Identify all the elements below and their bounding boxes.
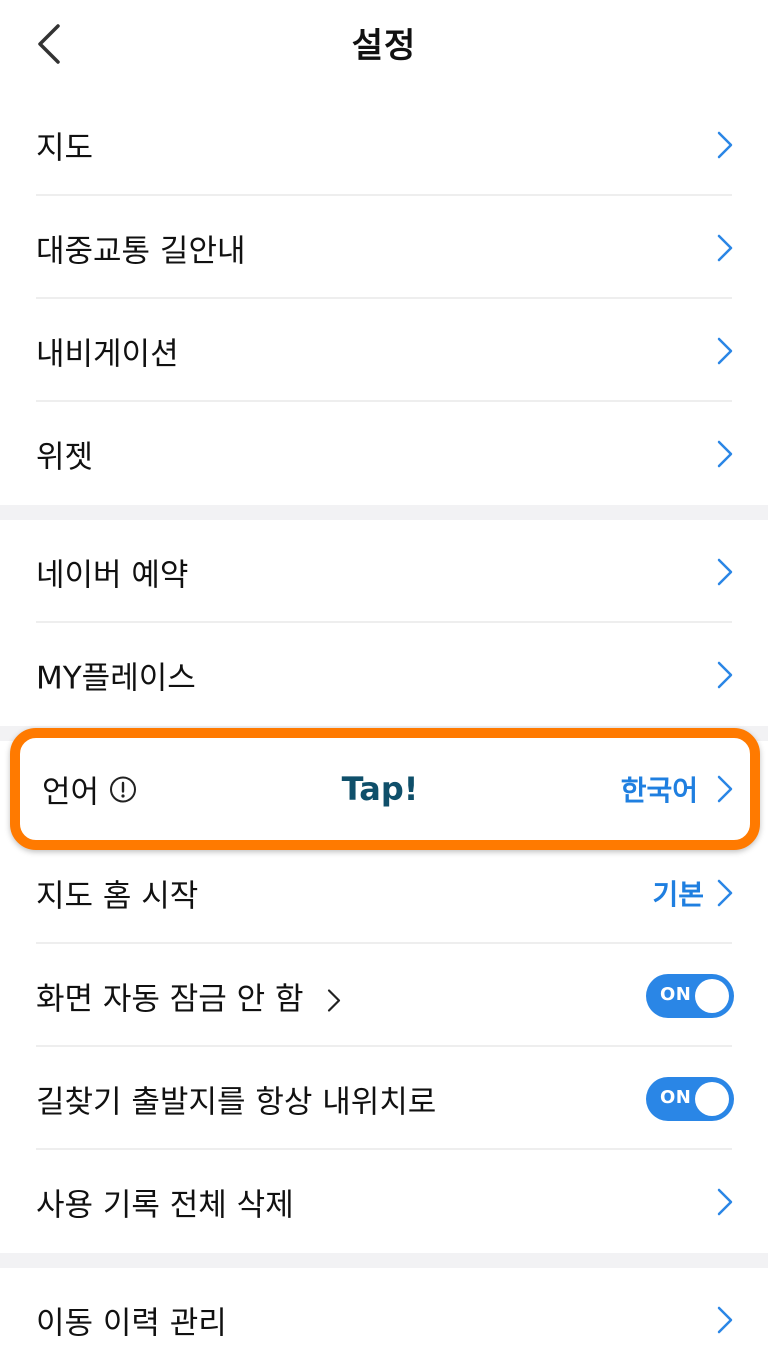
settings-item-map-home-start[interactable]: 지도 홈 시작 기본	[0, 841, 768, 944]
route-origin-toggle[interactable]: ON	[646, 1076, 734, 1121]
chevron-right-icon	[717, 234, 733, 261]
chevron-right-icon	[717, 131, 733, 158]
settings-item-label: 이동 이력 관리	[36, 1305, 227, 1341]
settings-item-label: 지도 홈 시작	[36, 878, 199, 914]
toggle-state-label: ON	[660, 1086, 692, 1108]
top-bar: 설정	[0, 0, 768, 88]
chevron-right-icon	[717, 558, 733, 585]
toggle-state-label: ON	[660, 983, 692, 1005]
settings-item-label: 위젯	[36, 439, 94, 475]
section-separator	[0, 505, 768, 520]
settings-item-movement-history[interactable]: 이동 이력 관리	[0, 1268, 768, 1369]
chevron-right-icon	[717, 661, 733, 688]
settings-item-label: 내비게이션	[36, 336, 179, 372]
settings-item-my-place[interactable]: MY플레이스	[0, 623, 768, 726]
settings-item-route-origin[interactable]: 길찾기 출발지를 항상 내위치로 ON	[0, 1047, 768, 1150]
chevron-right-icon	[717, 775, 733, 803]
toggle-knob	[695, 1081, 729, 1116]
settings-item-label: 네이버 예약	[36, 557, 189, 593]
chevron-right-icon	[717, 1306, 733, 1333]
settings-item-label: 길찾기 출발지를 항상 내위치로	[36, 1084, 437, 1120]
settings-item-label: 사용 기록 전체 삭제	[36, 1187, 294, 1223]
chevron-right-icon	[717, 337, 733, 364]
setting-value: 기본	[652, 877, 704, 911]
setting-value: 한국어	[620, 774, 698, 807]
chevron-right-icon	[717, 440, 733, 467]
settings-item-label: 대중교통 길안내	[36, 233, 246, 269]
settings-item-naver-booking[interactable]: 네이버 예약	[0, 520, 768, 623]
settings-item-label: 지도	[36, 130, 94, 166]
settings-item-label: MY플레이스	[36, 660, 196, 696]
page-title: 설정	[351, 26, 417, 66]
settings-item-navigation[interactable]: 내비게이션	[0, 299, 768, 402]
language-row-content: 언어 Tap! 한국어	[20, 738, 750, 840]
chevron-right-icon	[328, 989, 341, 1012]
settings-item-map[interactable]: 지도	[0, 93, 768, 196]
toggle-knob	[695, 978, 729, 1013]
screen-lock-toggle[interactable]: ON	[646, 973, 734, 1018]
settings-item-screen-lock[interactable]: 화면 자동 잠금 안 함 ON	[0, 944, 768, 1047]
chevron-right-icon	[717, 879, 733, 906]
chevron-right-icon	[717, 1188, 733, 1215]
settings-item-text: 화면 자동 잠금 안 함	[36, 981, 304, 1017]
settings-item-widget[interactable]: 위젯	[0, 402, 768, 505]
section-separator	[0, 1253, 768, 1268]
settings-item-delete-history[interactable]: 사용 기록 전체 삭제	[0, 1150, 768, 1253]
settings-item-label: 화면 자동 잠금 안 함	[36, 973, 341, 1018]
settings-item-language[interactable]: 언어 Tap! 한국어	[10, 728, 760, 850]
settings-item-transit-directions[interactable]: 대중교통 길안내	[0, 196, 768, 299]
